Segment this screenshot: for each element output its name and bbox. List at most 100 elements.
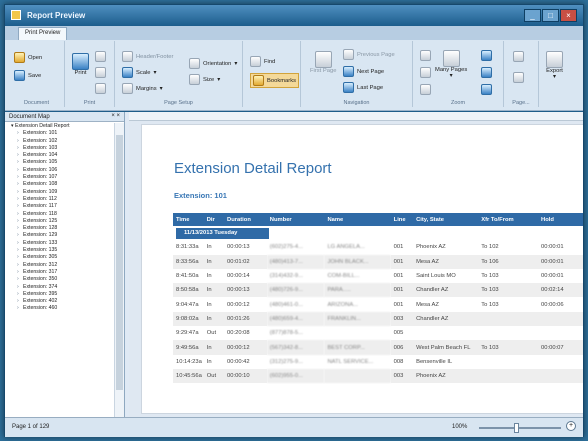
- tree-item[interactable]: Extension: 103: [5, 145, 113, 153]
- tree-item[interactable]: Extension: 128: [5, 225, 113, 233]
- bookmarks-button[interactable]: Bookmarks: [250, 73, 299, 88]
- next-page-button[interactable]: Next Page: [343, 66, 384, 77]
- extension-heading: Extension: 101: [174, 191, 227, 200]
- printer-icon: [72, 53, 89, 70]
- tree-item[interactable]: Extension: 350: [5, 276, 113, 284]
- tree-item[interactable]: Extension: 109: [5, 189, 113, 197]
- close-button[interactable]: ×: [560, 9, 577, 22]
- page-setup-icon[interactable]: [95, 83, 106, 94]
- hand-tool-icon[interactable]: [420, 67, 431, 78]
- tree-item[interactable]: Extension: 395: [5, 291, 113, 299]
- page-color-icon[interactable]: [513, 51, 524, 62]
- tree-item[interactable]: Extension: 108: [5, 181, 113, 189]
- tree-item[interactable]: Extension: 106: [5, 167, 113, 175]
- save-button[interactable]: Save: [14, 70, 41, 81]
- xfr-cell: [478, 326, 538, 340]
- first-page-label: First Page: [310, 68, 337, 74]
- status-bar: Page 1 of 129 100% +: [5, 417, 583, 437]
- tree-item[interactable]: Extension: 101: [5, 130, 113, 138]
- many-pages-button[interactable]: Many Pages ▾: [435, 50, 467, 79]
- previous-page-label: Previous Page: [357, 51, 395, 58]
- duration-cell: 00:20:08: [227, 330, 250, 337]
- xfr-cell: To 106: [478, 254, 539, 269]
- chevron-down-icon: ▾: [553, 74, 556, 80]
- tree-item[interactable]: Extension: 125: [5, 218, 113, 226]
- tree-item[interactable]: Extension: 317: [5, 269, 113, 277]
- tree-item[interactable]: Extension: 118: [5, 211, 113, 219]
- tree-item[interactable]: Extension: 112: [5, 196, 113, 204]
- table-row: 8:41:50a In 00:00:14 (314)432-9... COM-BILL.…: [173, 269, 583, 283]
- first-page-button[interactable]: First Page: [310, 51, 336, 74]
- watermark-icon[interactable]: [513, 72, 524, 83]
- scale-button[interactable]: Scale ▾: [122, 67, 156, 78]
- table-row: 8:50:58a In 00:00:13 (480)726-9... PARA.....…: [173, 283, 583, 298]
- export-button[interactable]: Export ▾: [546, 51, 563, 80]
- tree-item[interactable]: Extension: 133: [5, 240, 113, 248]
- table-row: 10:14:23a In 00:00:42 (312)275-9... NATL SER…: [173, 355, 583, 369]
- previous-page-button[interactable]: Previous Page: [343, 49, 395, 60]
- tree-root-node[interactable]: ▾ Extension Detail Report: [5, 123, 113, 130]
- column-header-name: Name: [324, 213, 391, 226]
- size-button[interactable]: Size ▾: [189, 74, 220, 85]
- ribbon: Print Preview Open Save Document Print P…: [5, 26, 583, 111]
- page-setup-group-label: Page Setup: [164, 100, 193, 106]
- last-page-button[interactable]: Last Page: [343, 82, 383, 93]
- print-button[interactable]: Print: [72, 53, 89, 76]
- maximize-button[interactable]: □: [542, 9, 559, 22]
- zoom-slider-thumb[interactable]: [514, 423, 519, 433]
- tree-item[interactable]: Extension: 117: [5, 203, 113, 211]
- tree-item[interactable]: Extension: 374: [5, 284, 113, 292]
- page-background-group-label: Page...: [512, 100, 530, 106]
- find-button[interactable]: Find: [250, 56, 275, 67]
- orientation-button[interactable]: Orientation ▾: [189, 58, 237, 69]
- time-cell: 8:41:50a: [176, 273, 199, 280]
- dir-cell: Out: [206, 330, 217, 337]
- header-footer-button[interactable]: Header/Footer: [122, 51, 173, 62]
- report-preview-pane: Extension Detail Report Extension: 101 T…: [129, 112, 583, 417]
- panel-close-icon[interactable]: × ×: [111, 113, 120, 119]
- duration-cell: 00:00:13: [227, 244, 250, 251]
- print-options-icon[interactable]: [95, 67, 106, 78]
- city-cell: Bensenville IL: [416, 358, 453, 365]
- scrollbar-thumb[interactable]: [116, 135, 123, 390]
- column-header-number: Number: [266, 213, 325, 226]
- minimize-button[interactable]: _: [524, 9, 541, 22]
- time-cell: 8:33:56a: [173, 254, 204, 269]
- tree-item[interactable]: Extension: 104: [5, 152, 113, 160]
- main-area: Document Map × × ▾ Extension Detail Repo…: [5, 112, 583, 417]
- dir-cell: In: [206, 301, 212, 308]
- zoom-in-button[interactable]: +: [566, 421, 576, 431]
- zoom-in-icon[interactable]: [481, 50, 492, 61]
- time-cell: 9:04:47a: [176, 301, 199, 308]
- quick-print-icon[interactable]: [95, 51, 106, 62]
- tree-item[interactable]: Extension: 402: [5, 298, 113, 306]
- tree-item[interactable]: Extension: 135: [5, 247, 113, 255]
- tree-item[interactable]: Extension: 107: [5, 174, 113, 182]
- hold-cell: 00:00:01: [538, 254, 583, 269]
- binoculars-icon: [250, 56, 261, 67]
- scale-label: Scale: [136, 69, 151, 76]
- city-cell: Mesa AZ: [416, 301, 439, 308]
- open-button[interactable]: Open: [14, 52, 42, 63]
- hold-cell: [538, 355, 583, 369]
- margins-button[interactable]: Margins ▾: [122, 83, 163, 94]
- column-header-xfr: Xfr To/From: [478, 213, 539, 226]
- zoom-slider-track[interactable]: [479, 427, 561, 429]
- tab-print-preview[interactable]: Print Preview: [18, 27, 68, 40]
- tree-item[interactable]: Extension: 460: [5, 305, 113, 313]
- number-cell: (567)342-8...: [266, 340, 325, 355]
- zoom-icon[interactable]: [481, 67, 492, 78]
- horizontal-ruler: [129, 112, 583, 121]
- tree-item[interactable]: Extension: 305: [5, 254, 113, 262]
- pointer-icon[interactable]: [420, 50, 431, 61]
- scale-icon: [122, 67, 133, 78]
- tree-item[interactable]: Extension: 312: [5, 262, 113, 270]
- tree-item[interactable]: Extension: 129: [5, 232, 113, 240]
- chevron-down-icon: ▾: [449, 73, 453, 79]
- name-cell: LG ANGELA...: [327, 244, 365, 251]
- tree-item[interactable]: Extension: 102: [5, 138, 113, 146]
- zoom-out-icon[interactable]: [481, 84, 492, 95]
- tree-item[interactable]: Extension: 105: [5, 159, 113, 167]
- document-map-scrollbar[interactable]: [114, 123, 124, 417]
- magnifier-icon[interactable]: [420, 84, 431, 95]
